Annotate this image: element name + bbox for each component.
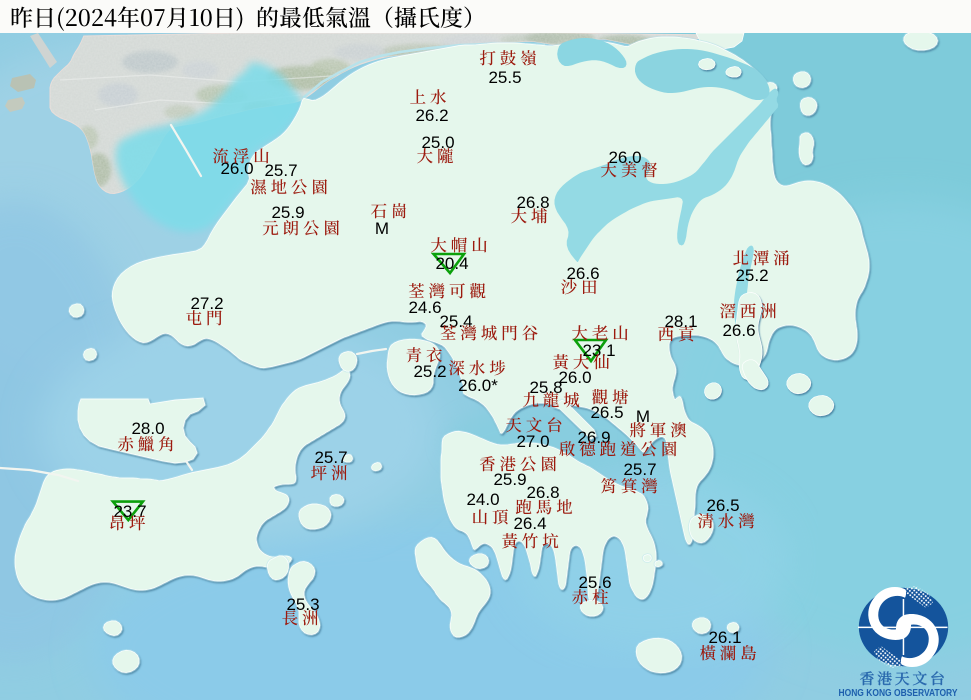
svg-text:25.5: 25.5	[488, 68, 521, 87]
svg-text:25.2: 25.2	[735, 266, 768, 285]
svg-text:26.2: 26.2	[415, 106, 448, 125]
svg-text:25.7: 25.7	[264, 161, 297, 180]
svg-text:26.5: 26.5	[590, 403, 623, 422]
svg-text:23.1: 23.1	[582, 341, 615, 360]
svg-text:25.7: 25.7	[623, 460, 656, 479]
svg-text:26.6: 26.6	[722, 321, 755, 340]
svg-text:24.6: 24.6	[408, 298, 441, 317]
svg-text:HONG KONG OBSERVATORY: HONG KONG OBSERVATORY	[839, 687, 958, 699]
svg-text:25.0: 25.0	[421, 133, 454, 152]
svg-text:28.0: 28.0	[131, 419, 164, 438]
svg-text:26.0*: 26.0*	[458, 376, 498, 395]
svg-text:24.0: 24.0	[466, 490, 499, 509]
svg-text:26.0: 26.0	[608, 148, 641, 167]
svg-text:26.5: 26.5	[706, 496, 739, 515]
svg-text:27.2: 27.2	[190, 294, 223, 313]
svg-text:25.2: 25.2	[413, 362, 446, 381]
svg-text:M: M	[636, 407, 650, 426]
svg-text:M: M	[375, 219, 389, 238]
svg-text:25.7: 25.7	[314, 448, 347, 467]
svg-text:26.0: 26.0	[558, 368, 591, 387]
svg-text:25.9: 25.9	[271, 203, 304, 222]
svg-text:28.1: 28.1	[664, 312, 697, 331]
svg-text:26.8: 26.8	[526, 483, 559, 502]
svg-text:26.4: 26.4	[513, 514, 546, 533]
svg-text:25.9: 25.9	[493, 470, 526, 489]
svg-text:27.0: 27.0	[516, 432, 549, 451]
svg-text:25.6: 25.6	[578, 573, 611, 592]
svg-text:26.1: 26.1	[708, 628, 741, 647]
svg-text:20.4: 20.4	[435, 254, 468, 273]
